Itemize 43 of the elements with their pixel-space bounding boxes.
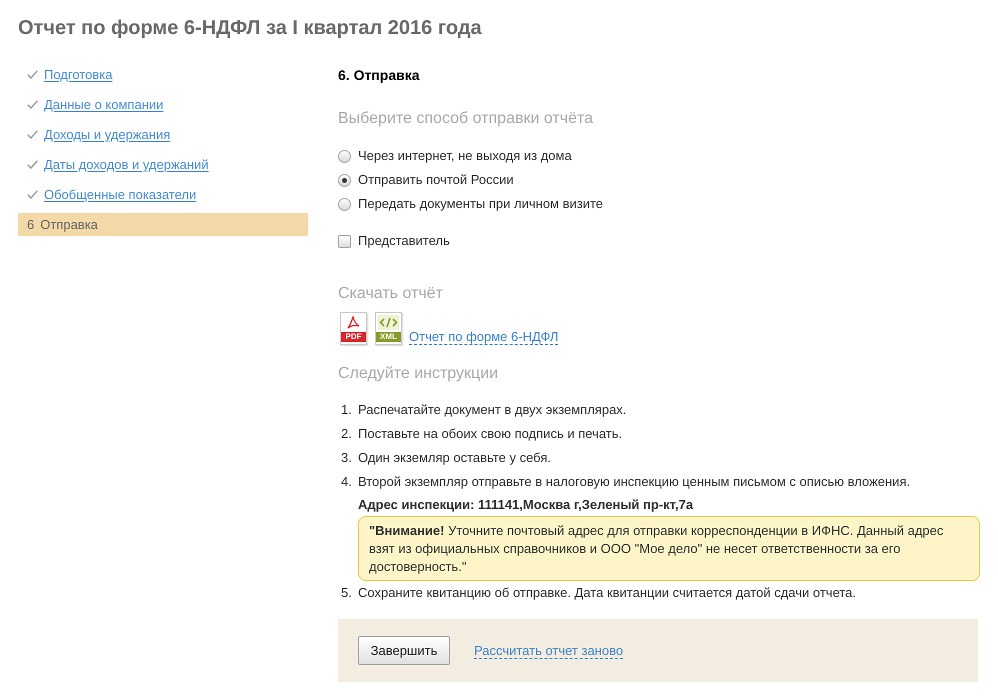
step-text: Один экземляр оставьте у себя. xyxy=(358,449,551,468)
pdf-download-button[interactable]: PDF xyxy=(340,312,367,345)
option-label[interactable]: Через интернет, не выходя из дома xyxy=(358,146,572,166)
sidebar-item[interactable]: Данные о компании xyxy=(18,93,170,116)
report-download-link[interactable]: Отчет по форме 6-НДФЛ xyxy=(409,329,558,345)
check-icon xyxy=(27,70,38,79)
step-text: Поставьте на обоих свою подпись и печать. xyxy=(358,425,622,444)
page-title: Отчет по форме 6-НДФЛ за I квартал 2016 года xyxy=(18,16,482,40)
pdf-symbol-icon xyxy=(347,316,360,330)
step-number: 4. xyxy=(340,473,353,492)
sidebar-item[interactable]: Подготовка xyxy=(18,63,118,86)
sidebar-item[interactable]: Даты доходов и удержаний xyxy=(18,153,215,176)
step-number: 2. xyxy=(340,425,353,444)
option-label[interactable]: Передать документы при личном визите xyxy=(358,194,604,214)
sidebar-item[interactable]: 6 Отправка xyxy=(18,213,308,236)
inspection-address: Адрес инспекции: 111141,Москва г,Зеленый пр-кт,7а xyxy=(358,496,694,514)
radio-button[interactable] xyxy=(338,198,351,210)
recalculate-link[interactable]: Рассчитать отчет заново xyxy=(474,642,624,658)
section-heading: 6. Отправка xyxy=(338,66,420,85)
check-icon xyxy=(27,160,38,169)
subsection-title: Скачать отчёт xyxy=(338,284,443,304)
subsection-title: Следуйте инструкции xyxy=(338,364,498,384)
warning-message: "Внимание! Уточните почтовый адрес для отправки корреспонденции в ИФНС. Данный адрес взят из официальных справочников и ООО "Мое дело" не несет ответственности за его достоверность." xyxy=(358,516,980,581)
check-icon xyxy=(27,100,38,109)
option-label[interactable]: Отправить почтой России xyxy=(358,170,514,190)
xml-download-button[interactable]: XML xyxy=(375,312,402,345)
step-text: Сохраните квитанцию об отправке. Дата квитанции считается датой сдачи отчета. xyxy=(358,584,856,602)
radio-button[interactable] xyxy=(338,150,351,162)
radio-button[interactable] xyxy=(338,174,351,186)
checkbox[interactable] xyxy=(338,234,351,248)
step-text: Второй экземпляр отправьте в налоговую инспекцию ценным письмом с описью вложения. xyxy=(358,473,910,492)
step-number: 1. xyxy=(340,401,353,420)
sidebar-item[interactable]: Доходы и удержания xyxy=(18,123,176,146)
check-icon xyxy=(27,190,38,199)
check-icon xyxy=(27,130,38,139)
code-icon xyxy=(378,315,399,330)
finish-button[interactable]: Завершить xyxy=(358,636,450,665)
step-number: 5. xyxy=(340,584,353,602)
sidebar-item[interactable]: Обобщенные показатели xyxy=(18,183,202,206)
subsection-title: Выберите способ отправки отчёта xyxy=(338,109,594,129)
step-number: 3. xyxy=(340,449,353,468)
checkbox-label[interactable]: Представитель xyxy=(358,231,450,251)
step-text: Распечатайте документ в двух экземплярах. xyxy=(358,401,626,420)
